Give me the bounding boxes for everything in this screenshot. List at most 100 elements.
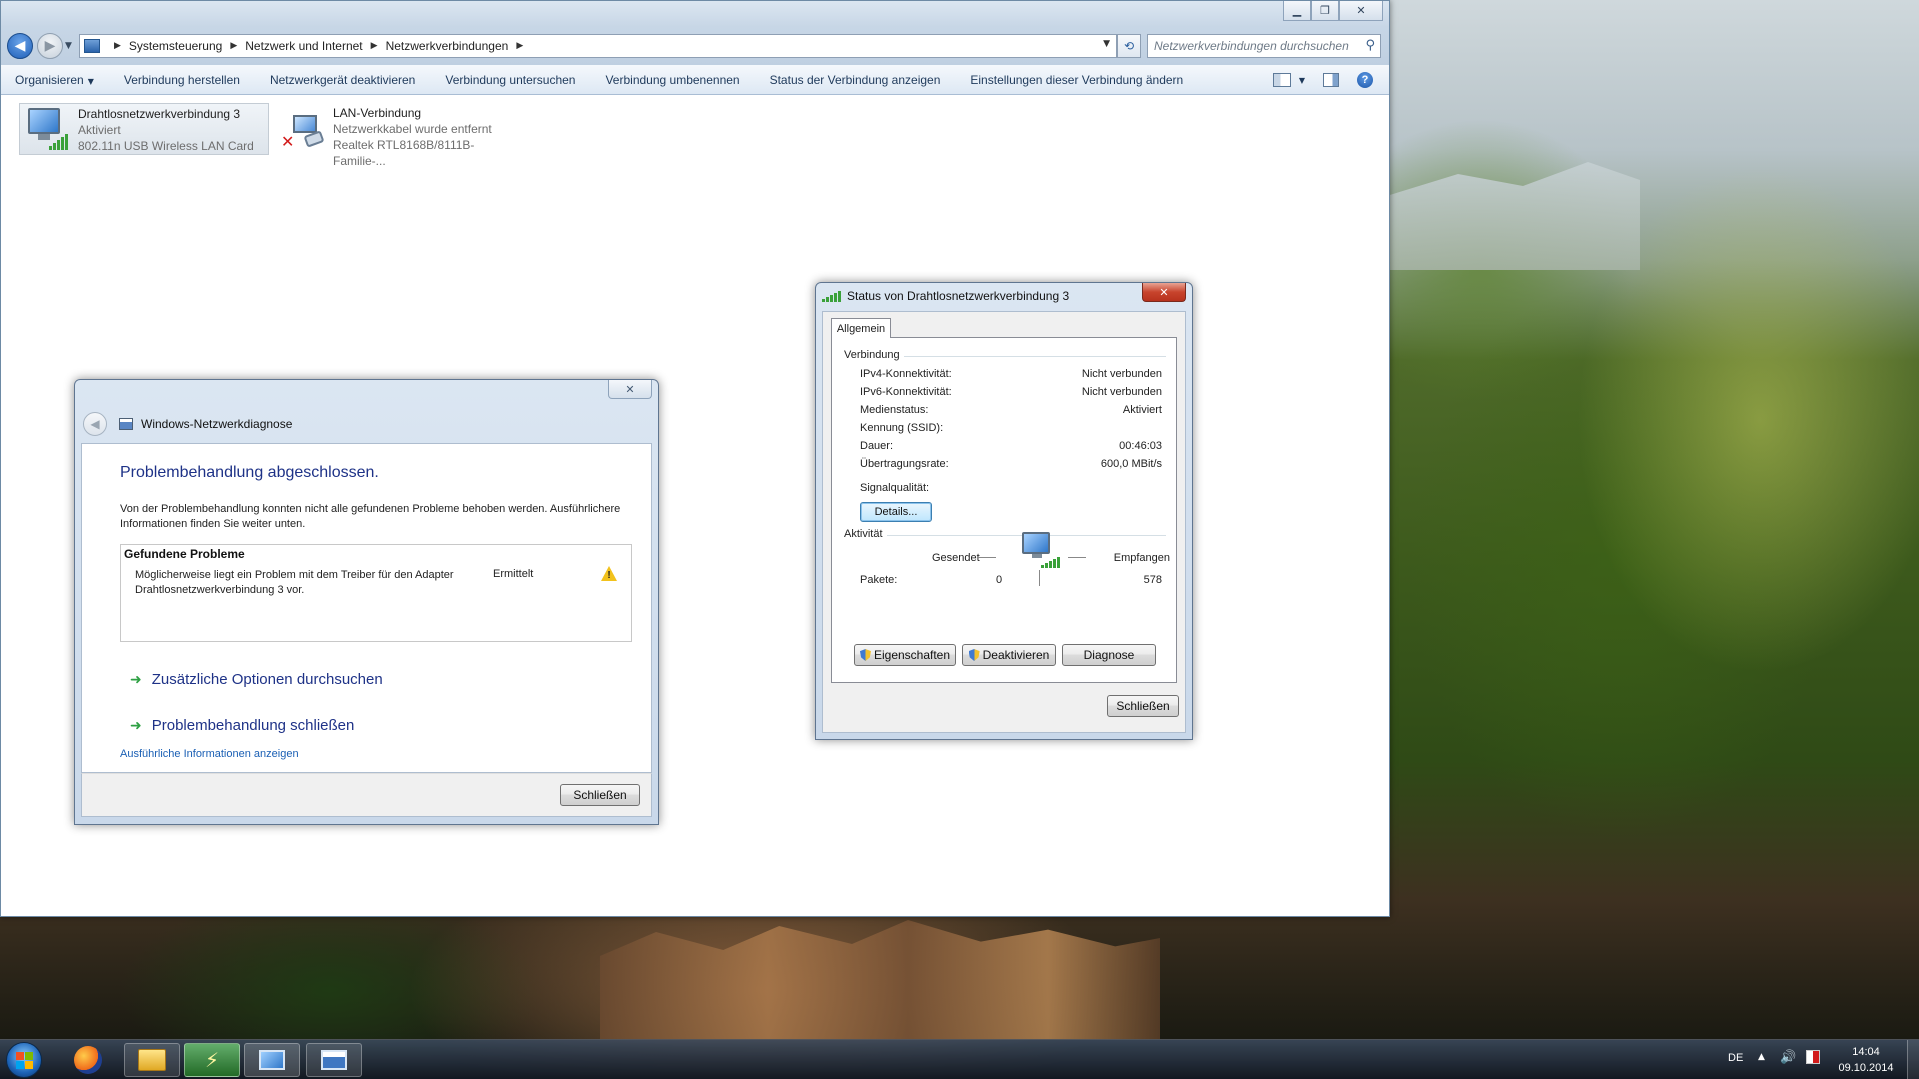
problem-description: Möglicherweise liegt ein Problem mit dem… xyxy=(135,569,454,596)
organize-menu[interactable]: Organisieren ▼ xyxy=(15,73,94,87)
problems-header: Gefundene Probleme xyxy=(124,547,245,561)
deactivate-button[interactable]: Deaktivieren xyxy=(962,644,1056,666)
connect-command[interactable]: Verbindung herstellen xyxy=(124,73,240,87)
chevron-right-icon[interactable]: ▶ xyxy=(516,41,523,51)
firefox-icon xyxy=(74,1046,102,1074)
signal-strength-icon xyxy=(49,134,68,150)
row-value: 600,0 MBit/s xyxy=(1100,458,1162,470)
settings-command[interactable]: Einstellungen dieser Verbindung ändern xyxy=(970,73,1183,87)
connection-status: Aktiviert xyxy=(78,123,121,137)
shield-icon xyxy=(968,649,980,661)
received-label: Empfangen xyxy=(1113,552,1170,564)
connection-name: Drahtlosnetzwerkverbindung 3 xyxy=(78,107,241,121)
dialog-titlebar[interactable]: Status von Drahtlosnetzwerkverbindung 3 xyxy=(822,289,1069,303)
forward-button[interactable]: ▶ xyxy=(37,33,63,59)
address-bar[interactable]: ▶ Systemsteuerung ▶ Netzwerk und Interne… xyxy=(79,34,1117,58)
disable-device-command[interactable]: Netzwerkgerät deaktivieren xyxy=(270,73,415,87)
view-controls: ▼ ? xyxy=(1272,72,1373,88)
dialog-close-button[interactable]: ✕ xyxy=(608,380,652,399)
details-link[interactable]: Ausführliche Informationen anzeigen xyxy=(120,748,299,760)
taskbar-network-status[interactable] xyxy=(306,1043,362,1077)
result-description: Von der Problembehandlung konnten nicht … xyxy=(120,503,621,530)
signal-strength-icon xyxy=(822,290,841,302)
taskbar-firefox[interactable] xyxy=(64,1043,112,1077)
green-arrow-icon: ➜ xyxy=(130,717,142,734)
minimize-button[interactable]: ▁ xyxy=(1283,1,1311,21)
taskbar-control-panel[interactable] xyxy=(244,1043,300,1077)
properties-button[interactable]: Eigenschaften xyxy=(854,644,956,666)
row-value: Nicht verbunden xyxy=(1081,386,1162,398)
help-icon[interactable]: ? xyxy=(1357,72,1373,88)
warning-icon: ! xyxy=(601,566,617,581)
address-dropdown-icon[interactable]: ▼ xyxy=(1103,39,1110,49)
diagnose-command[interactable]: Verbindung untersuchen xyxy=(445,73,575,87)
windows-logo-icon xyxy=(15,1051,33,1069)
refresh-button[interactable]: ⟲ xyxy=(1117,34,1141,58)
dialog-title: Windows-Netzwerkdiagnose xyxy=(141,417,293,431)
chevron-right-icon[interactable]: ▶ xyxy=(371,41,378,51)
taskbar: ⚡ DE ▲ 🔊 14:04 09.10.2014 xyxy=(0,1039,1919,1079)
breadcrumb-item[interactable]: Systemsteuerung xyxy=(129,39,222,53)
taskbar-diagnostics[interactable]: ⚡ xyxy=(184,1043,240,1077)
clock-date: 09.10.2014 xyxy=(1838,1062,1894,1074)
show-hidden-icons[interactable]: ▲ xyxy=(1758,1052,1765,1062)
recent-pages-dropdown[interactable]: ▼ xyxy=(65,41,72,51)
details-button[interactable]: Details... xyxy=(860,502,932,522)
action-center-flag-icon[interactable] xyxy=(1806,1050,1820,1064)
lan-network-icon: ✕ xyxy=(279,105,325,151)
chevron-right-icon[interactable]: ▶ xyxy=(230,41,237,51)
preview-pane-icon[interactable] xyxy=(1323,73,1339,87)
start-button[interactable] xyxy=(6,1042,42,1078)
wireless-network-icon xyxy=(24,106,70,152)
back-arrow-icon[interactable]: ◀ xyxy=(83,412,107,436)
group-divider xyxy=(844,535,1166,536)
chevron-right-icon[interactable]: ▶ xyxy=(114,41,121,51)
dialog-close-button[interactable]: ✕ xyxy=(1142,283,1186,302)
clock[interactable]: 14:04 09.10.2014 xyxy=(1830,1044,1902,1076)
connection-status: Netzwerkkabel wurde entfernt xyxy=(333,122,492,136)
taskbar-explorer[interactable] xyxy=(124,1043,180,1077)
change-view-button[interactable]: ▼ xyxy=(1272,73,1305,87)
close-troubleshooter-link[interactable]: ➜ Problembehandlung schließen xyxy=(130,717,354,734)
connection-device: Realtek RTL8168B/8111B-Familie-... xyxy=(333,138,475,168)
chevron-down-icon: ▼ xyxy=(1298,75,1305,85)
explore-options-link[interactable]: ➜ Zusätzliche Optionen durchsuchen xyxy=(130,671,383,688)
row-label: Dauer: xyxy=(860,440,894,452)
row-label: IPv4-Konnektivität: xyxy=(860,368,952,380)
background-rocks xyxy=(600,920,1160,1040)
breadcrumb-item[interactable]: Netzwerk und Internet xyxy=(245,39,362,53)
network-control-icon xyxy=(259,1050,285,1070)
connection-device: 802.11n USB Wireless LAN Card xyxy=(78,139,254,153)
folder-icon xyxy=(138,1049,166,1071)
close-button[interactable]: Schließen xyxy=(1107,695,1179,717)
activity-group-label: Aktivität xyxy=(844,528,887,540)
maximize-button[interactable]: ❐ xyxy=(1311,1,1339,21)
volume-icon[interactable]: 🔊 xyxy=(1780,1050,1796,1065)
tab-general[interactable]: Allgemein xyxy=(831,318,891,338)
caption-buttons: ▁ ❐ ✕ xyxy=(1283,1,1383,21)
connection-status-dialog: Status von Drahtlosnetzwerkverbindung 3 … xyxy=(815,282,1193,740)
row-label: Kennung (SSID): xyxy=(860,422,944,434)
language-indicator[interactable]: DE xyxy=(1728,1052,1743,1064)
rename-command[interactable]: Verbindung umbenennen xyxy=(605,73,739,87)
explorer-titlebar[interactable]: ▁ ❐ ✕ xyxy=(1,1,1389,27)
row-value: Nicht verbunden xyxy=(1081,368,1162,380)
command-bar: Organisieren ▼ Verbindung herstellen Netz… xyxy=(1,65,1389,95)
connection-item-lan[interactable]: ✕ LAN-Verbindung Netzwerkkabel wurde ent… xyxy=(275,103,525,168)
dialog-title: Status von Drahtlosnetzwerkverbindung 3 xyxy=(847,289,1070,303)
connection-item-wireless[interactable]: Drahtlosnetzwerkverbindung 3 Aktiviert 8… xyxy=(19,103,269,155)
search-input[interactable]: Netzwerkverbindungen durchsuchen ⚲ xyxy=(1147,34,1381,58)
breadcrumb-item[interactable]: Netzwerkverbindungen xyxy=(386,39,509,53)
result-heading: Problembehandlung abgeschlossen. xyxy=(120,464,379,481)
row-label: IPv6-Konnektivität: xyxy=(860,386,952,398)
shield-icon xyxy=(859,649,871,661)
show-desktop-button[interactable] xyxy=(1907,1040,1919,1079)
status-command[interactable]: Status der Verbindung anzeigen xyxy=(770,73,941,87)
search-icon[interactable]: ⚲ xyxy=(1365,38,1375,53)
back-button[interactable]: ◀ xyxy=(7,33,33,59)
diagnose-button[interactable]: Diagnose xyxy=(1062,644,1156,666)
close-button[interactable]: Schließen xyxy=(560,784,640,806)
row-label: Übertragungsrate: xyxy=(860,458,949,470)
close-button[interactable]: ✕ xyxy=(1339,1,1383,21)
network-activity-icon xyxy=(1020,530,1060,568)
